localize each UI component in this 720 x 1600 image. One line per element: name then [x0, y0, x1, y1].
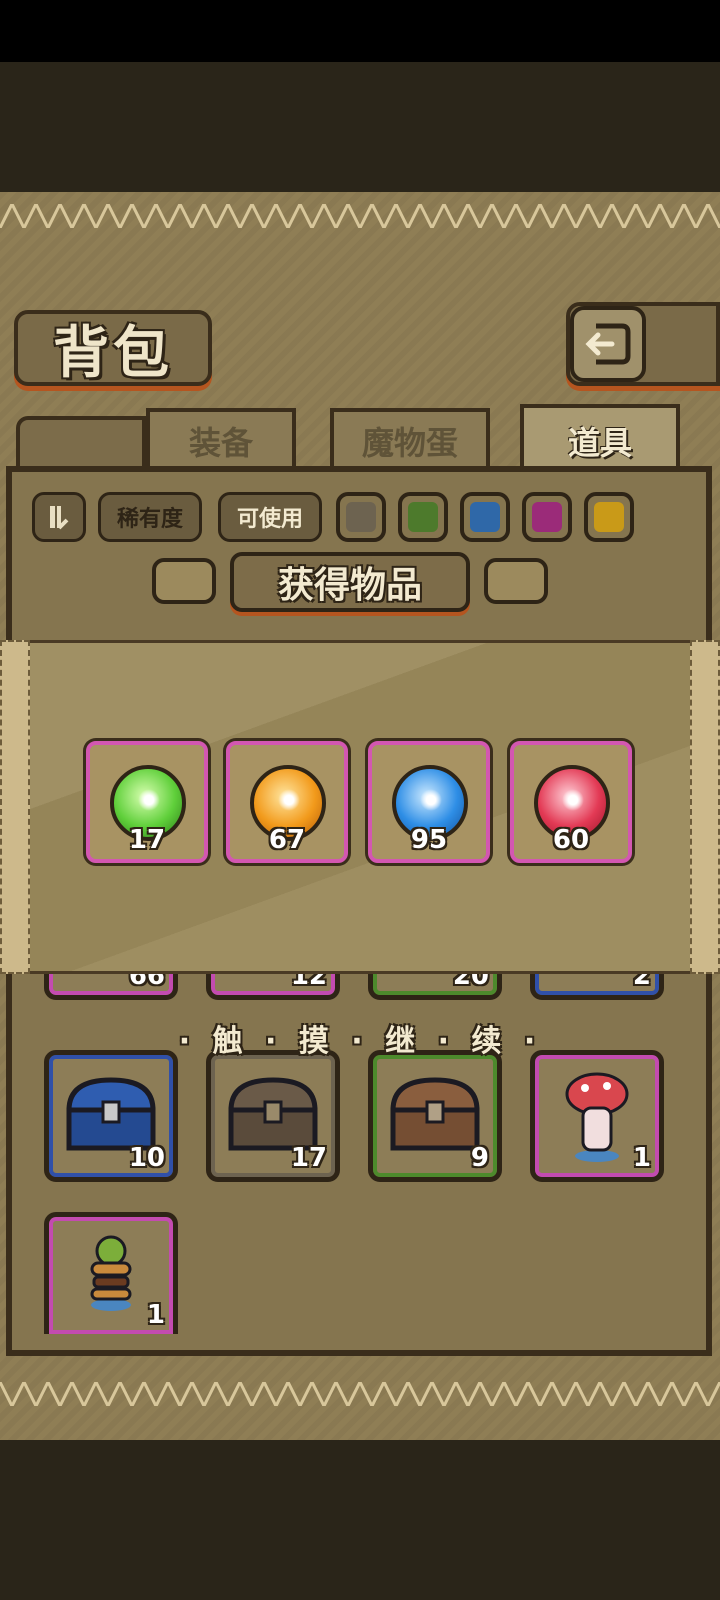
- title-side-pill-left: [152, 558, 216, 604]
- blue-chest-icon: [66, 1077, 156, 1151]
- usable-filter-button[interactable]: 可使用: [218, 492, 322, 542]
- page-title-plate: 背包: [14, 310, 212, 386]
- zigzag-border-top: [0, 204, 720, 228]
- top-dark-band: [0, 62, 720, 192]
- inventory-slot[interactable]: 1: [44, 1212, 178, 1334]
- tab-equipment[interactable]: 装备: [146, 408, 296, 470]
- reward-qty: 60: [552, 825, 590, 855]
- title-side-pill-right: [484, 558, 548, 604]
- item-count: 9: [470, 1143, 489, 1173]
- touch-to-continue-hint[interactable]: · 触 · 摸 · 继 · 续 ·: [0, 1016, 720, 1060]
- reward-item-blue-orb: 95: [368, 741, 490, 863]
- brown-chest-icon: [390, 1077, 480, 1151]
- item-count: 17: [290, 1143, 327, 1173]
- modal-edge-left: [0, 640, 30, 974]
- reward-qty: 17: [128, 825, 166, 855]
- rarity-filter-label: 稀有度: [116, 507, 183, 532]
- inventory-slot[interactable]: 17: [206, 1050, 340, 1182]
- item-count: 10: [128, 1143, 165, 1173]
- usable-filter-label: 可使用: [236, 507, 303, 532]
- reward-qty: 67: [268, 825, 306, 855]
- color-filter-blue[interactable]: [460, 492, 510, 542]
- tab-lead-decoration: [16, 416, 146, 470]
- tab-equipment-label: 装备: [188, 424, 253, 462]
- sort-toggle-button[interactable]: [32, 492, 86, 542]
- tab-items[interactable]: 道具: [520, 404, 680, 474]
- modal-edge-right: [690, 640, 720, 974]
- inventory-slot[interactable]: 1: [530, 1050, 664, 1182]
- inventory-slot[interactable]: 9: [368, 1050, 502, 1182]
- burger-figure-icon: [90, 1235, 132, 1312]
- back-button[interactable]: [570, 306, 646, 382]
- reward-item-orange-orb: 67: [226, 741, 348, 863]
- color-filter-gold[interactable]: [584, 492, 634, 542]
- inventory-slot[interactable]: 10: [44, 1050, 178, 1182]
- sort-toggle-icon: [50, 506, 69, 530]
- rarity-filter-button[interactable]: 稀有度: [98, 492, 202, 542]
- reward-item-green-orb: 17: [86, 741, 208, 863]
- reward-title: 获得物品: [277, 564, 422, 606]
- item-count: 1: [632, 1143, 651, 1173]
- reward-item-red-orb: 60: [510, 741, 632, 863]
- page-title: 背包: [53, 319, 173, 386]
- color-filter-green[interactable]: [398, 492, 448, 542]
- wooden-chest-icon: [228, 1077, 318, 1151]
- bottom-dark-band: [0, 1440, 720, 1600]
- reward-title-plate: 获得物品: [230, 552, 470, 612]
- status-bar-area: [0, 0, 720, 62]
- zigzag-border-bottom: [0, 1382, 720, 1406]
- reward-qty: 95: [410, 825, 448, 855]
- tab-monster-eggs[interactable]: 魔物蛋: [330, 408, 490, 470]
- color-filter-gray[interactable]: [336, 492, 386, 542]
- return-arrow-icon: [585, 323, 631, 365]
- color-filter-purple[interactable]: [522, 492, 572, 542]
- item-count: 1: [146, 1300, 165, 1330]
- tab-items-label: 道具: [567, 424, 632, 462]
- mushroom-figure-icon: [565, 1072, 629, 1162]
- tab-monster-eggs-label: 魔物蛋: [361, 424, 458, 462]
